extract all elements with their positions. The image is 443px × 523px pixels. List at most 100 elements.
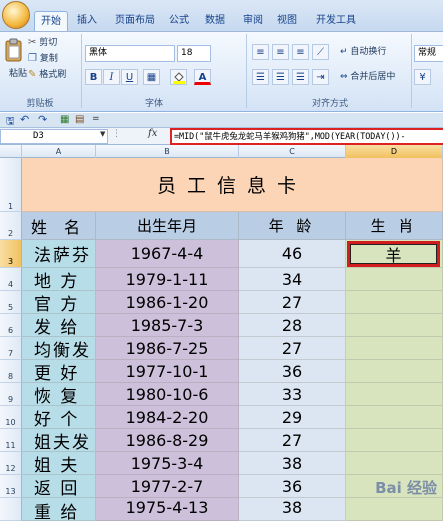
- tab-developer[interactable]: 开发工具: [312, 11, 360, 31]
- row-header-10[interactable]: 10: [0, 406, 22, 429]
- cell-zodiac[interactable]: [346, 406, 443, 429]
- cell-zodiac[interactable]: [346, 360, 443, 383]
- cell-birth[interactable]: 1986-7-25: [96, 337, 239, 360]
- font-name-box[interactable]: 黑体: [85, 45, 175, 62]
- cell-name[interactable]: 姐夫发: [22, 429, 96, 453]
- row-header-2[interactable]: 2: [0, 212, 22, 240]
- row-header-4[interactable]: 4: [0, 268, 22, 291]
- cell-birth[interactable]: 1986-1-20: [96, 291, 239, 314]
- cell-birth[interactable]: 1986-8-29: [96, 429, 239, 452]
- cell-age[interactable]: 27: [239, 291, 346, 314]
- column-header-a[interactable]: A: [22, 145, 96, 158]
- cell-zodiac[interactable]: [346, 452, 443, 475]
- wrap-text-button[interactable]: ↵ 自动换行: [340, 44, 410, 60]
- cell-name[interactable]: 姐 夫: [22, 452, 96, 476]
- align-bottom-icon[interactable]: ≡: [292, 44, 309, 60]
- row-header-3[interactable]: 3: [0, 240, 22, 268]
- align-right-icon[interactable]: ☰: [292, 69, 309, 85]
- cell-name[interactable]: 均衡发: [22, 337, 96, 361]
- header-birth[interactable]: 出生年月: [96, 212, 239, 240]
- header-name[interactable]: 姓 名: [22, 212, 96, 240]
- row-header-13[interactable]: 13: [0, 475, 22, 498]
- row-header-12[interactable]: 12: [0, 452, 22, 475]
- cut-button[interactable]: ✂ 剪切: [28, 35, 78, 51]
- italic-icon[interactable]: I: [103, 69, 120, 85]
- cell-zodiac[interactable]: [346, 429, 443, 452]
- office-button[interactable]: [2, 1, 30, 29]
- header-zodiac[interactable]: 生 肖: [346, 212, 443, 240]
- cell-birth[interactable]: 1977-10-1: [96, 360, 239, 383]
- cell-name[interactable]: 更 好: [22, 360, 96, 384]
- cell-name[interactable]: 恢 复: [22, 383, 96, 407]
- font-color-icon[interactable]: A: [194, 69, 211, 85]
- row-header-1[interactable]: 1: [0, 158, 22, 212]
- cell-birth[interactable]: 1985-7-3: [96, 314, 239, 337]
- cell-birth[interactable]: 1975-3-4: [96, 452, 239, 475]
- cell-name[interactable]: 地 方: [22, 268, 96, 292]
- row-header-11[interactable]: 11: [0, 429, 22, 452]
- tab-home[interactable]: 开始: [34, 11, 68, 31]
- cell-name[interactable]: 好 个: [22, 406, 96, 430]
- cell-name[interactable]: 重 给: [22, 498, 96, 523]
- cell-name[interactable]: 官 方: [22, 291, 96, 315]
- cell-age[interactable]: 27: [239, 337, 346, 360]
- chevron-down-icon[interactable]: ▼: [100, 130, 105, 138]
- currency-icon[interactable]: ¥: [414, 69, 431, 85]
- tab-view[interactable]: 视图: [272, 11, 302, 31]
- column-header-b[interactable]: B: [96, 145, 239, 158]
- cell-zodiac[interactable]: [346, 498, 443, 521]
- header-age[interactable]: 年 龄: [239, 212, 346, 240]
- cell-birth[interactable]: 1984-2-20: [96, 406, 239, 429]
- cell-age[interactable]: 38: [239, 452, 346, 475]
- redo-icon[interactable]: ↷: [38, 113, 47, 126]
- column-header-d[interactable]: D: [346, 145, 443, 158]
- formula-input[interactable]: =MID("鼠牛虎兔龙蛇马羊猴鸡狗猪",MOD(YEAR(TODAY())-: [170, 128, 443, 145]
- customize-toolbar-icon[interactable]: =: [92, 114, 100, 124]
- underline-icon[interactable]: U: [121, 69, 138, 85]
- spreadsheet-icon[interactable]: ▦: [60, 114, 69, 125]
- row-header-7[interactable]: 7: [0, 337, 22, 360]
- cell-name[interactable]: 返 回: [22, 475, 96, 499]
- selected-cell-d3[interactable]: 羊: [347, 241, 440, 267]
- cell-age[interactable]: 46: [239, 240, 346, 268]
- number-format-box[interactable]: 常规: [414, 45, 443, 62]
- copy-button[interactable]: ❐ 复制: [28, 51, 78, 67]
- row-header-14[interactable]: [0, 498, 22, 521]
- align-center-icon[interactable]: ☰: [272, 69, 289, 85]
- tab-page-layout[interactable]: 页面布局: [110, 11, 160, 31]
- cell-zodiac[interactable]: [346, 383, 443, 406]
- align-left-icon[interactable]: ☰: [252, 69, 269, 85]
- cell-zodiac[interactable]: [346, 314, 443, 337]
- cell-zodiac[interactable]: [346, 291, 443, 314]
- cell-age[interactable]: 33: [239, 383, 346, 406]
- fx-icon[interactable]: fx: [148, 128, 157, 139]
- cell-age[interactable]: 36: [239, 360, 346, 383]
- cell-birth[interactable]: 1977-2-7: [96, 475, 239, 498]
- row-header-5[interactable]: 5: [0, 291, 22, 314]
- cell-birth[interactable]: 1967-4-4: [96, 240, 239, 268]
- merge-center-button[interactable]: ⇔ 合并后居中: [340, 69, 412, 85]
- cell-age[interactable]: 36: [239, 475, 346, 498]
- row-header-8[interactable]: 8: [0, 360, 22, 383]
- sheet-title[interactable]: 员工信息卡: [22, 158, 443, 212]
- paste-icon[interactable]: [4, 38, 24, 64]
- cell-zodiac[interactable]: [346, 337, 443, 360]
- resize-handle[interactable]: ⋮: [112, 129, 121, 139]
- column-header-c[interactable]: C: [239, 145, 346, 158]
- bold-icon[interactable]: B: [85, 69, 102, 85]
- cell-name[interactable]: 发 给: [22, 314, 96, 338]
- cell-age[interactable]: 28: [239, 314, 346, 337]
- cell-name[interactable]: 法萨芬: [22, 240, 96, 268]
- align-middle-icon[interactable]: ≡: [272, 44, 289, 60]
- select-all-corner[interactable]: [0, 145, 22, 158]
- tab-data[interactable]: 数据: [200, 11, 230, 31]
- indent-icon[interactable]: ⇥: [312, 69, 329, 85]
- cell-birth[interactable]: 1980-10-6: [96, 383, 239, 406]
- cell-age[interactable]: 34: [239, 268, 346, 291]
- name-box[interactable]: D3: [0, 129, 108, 144]
- undo-icon[interactable]: ↶: [20, 113, 29, 126]
- chart-icon[interactable]: ▤: [75, 114, 84, 125]
- align-top-icon[interactable]: ≡: [252, 44, 269, 60]
- row-header-9[interactable]: 9: [0, 383, 22, 406]
- orientation-icon[interactable]: ⟋: [312, 44, 329, 60]
